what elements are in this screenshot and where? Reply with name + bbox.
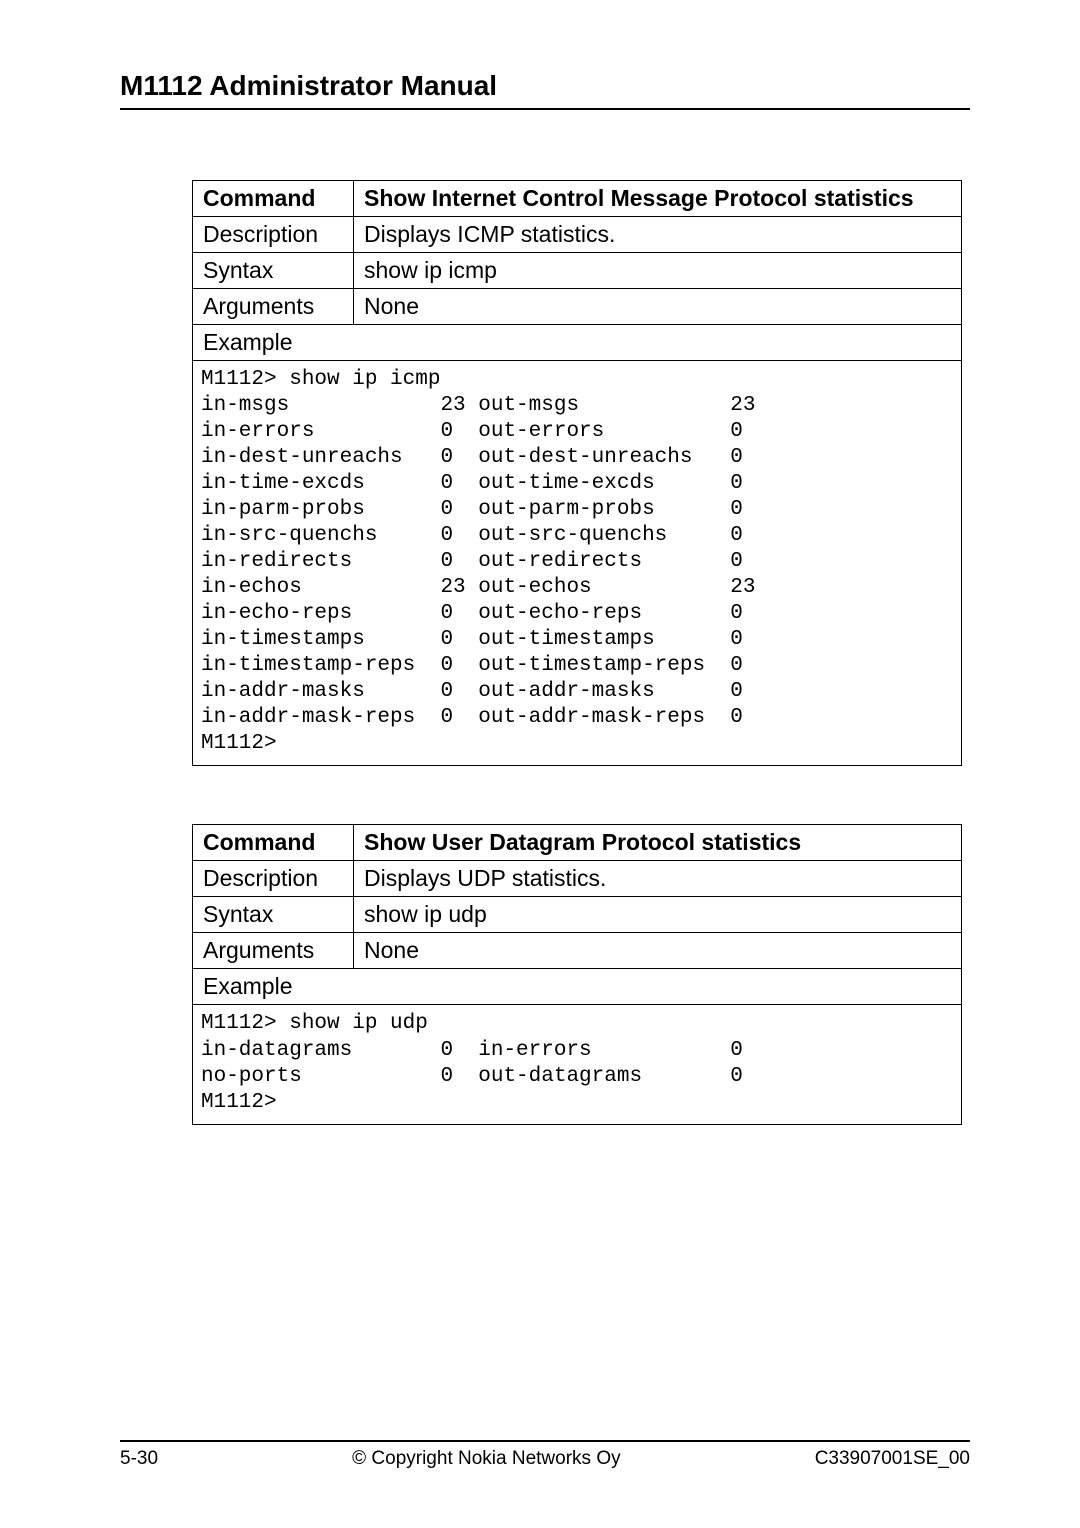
t2-arguments-value: None	[354, 933, 962, 969]
t1-example-code: M1112> show ip icmp in-msgs 23 out-msgs …	[201, 367, 953, 757]
page-title: M1112 Administrator Manual	[120, 70, 970, 102]
t2-example-code-cell: M1112> show ip udp in-datagrams 0 in-err…	[193, 1005, 962, 1124]
t1-command-value: Show Internet Control Message Protocol s…	[354, 181, 962, 217]
t2-description-label: Description	[193, 861, 354, 897]
footer-center: © Copyright Nokia Networks Oy	[158, 1448, 815, 1470]
t2-example-code: M1112> show ip udp in-datagrams 0 in-err…	[201, 1011, 953, 1115]
command-table-udp: Command Show User Datagram Protocol stat…	[192, 824, 962, 1124]
t2-arguments-label: Arguments	[193, 933, 354, 969]
t2-description-value: Displays UDP statistics.	[354, 861, 962, 897]
header-rule	[120, 108, 970, 110]
t1-arguments-value: None	[354, 289, 962, 325]
t2-command-value: Show User Datagram Protocol statistics	[354, 825, 962, 861]
t1-syntax-value: show ip icmp	[354, 253, 962, 289]
footer-left: 5-30	[120, 1448, 158, 1470]
t1-syntax-label: Syntax	[193, 253, 354, 289]
command-table-icmp: Command Show Internet Control Message Pr…	[192, 180, 962, 766]
t1-example-label: Example	[193, 325, 962, 361]
t1-description-label: Description	[193, 217, 354, 253]
t1-description-value: Displays ICMP statistics.	[354, 217, 962, 253]
t2-syntax-value: show ip udp	[354, 897, 962, 933]
t1-arguments-label: Arguments	[193, 289, 354, 325]
footer-rule	[120, 1440, 970, 1442]
footer-right: C33907001SE_00	[815, 1448, 970, 1470]
t1-command-label: Command	[193, 181, 354, 217]
t2-syntax-label: Syntax	[193, 897, 354, 933]
t2-command-label: Command	[193, 825, 354, 861]
t1-example-code-cell: M1112> show ip icmp in-msgs 23 out-msgs …	[193, 361, 962, 766]
t2-example-label: Example	[193, 969, 962, 1005]
